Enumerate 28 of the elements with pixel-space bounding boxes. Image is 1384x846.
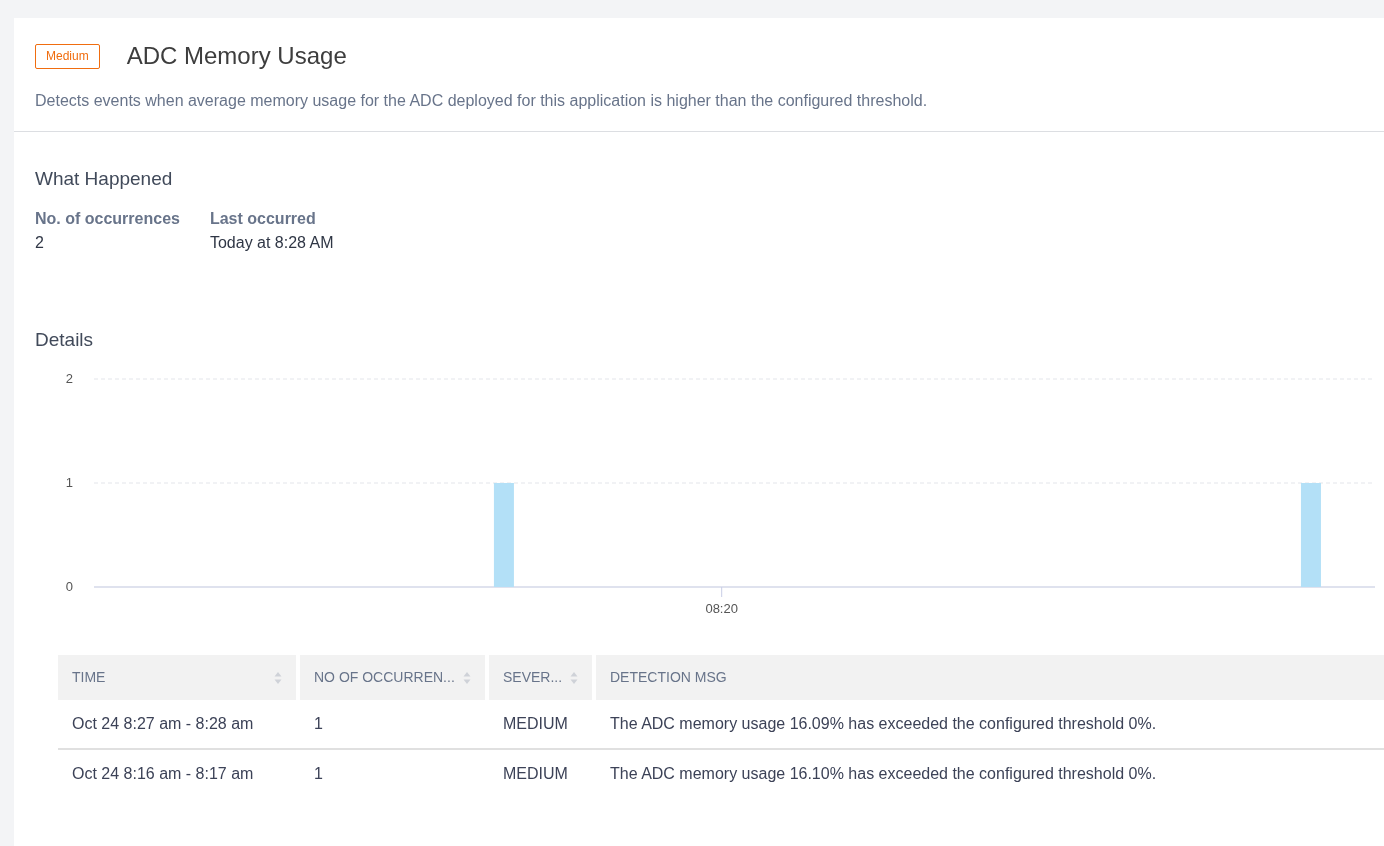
table-cell-text: MEDIUM xyxy=(502,714,569,735)
table-cell-text: 1 xyxy=(313,714,324,735)
column-header[interactable]: SEVER... xyxy=(489,655,592,701)
table-cell-text: 1 xyxy=(313,764,324,785)
stat-label: Last occurred xyxy=(209,208,317,229)
alert-title: ADC Memory Usage xyxy=(126,42,347,71)
axis-label: 0 xyxy=(65,579,73,595)
stat-value: 2 xyxy=(35,232,45,253)
table-cell-text: The ADC memory usage 16.10% has exceeded the configured threshold 0%. xyxy=(609,764,1158,785)
axis-label: 1 xyxy=(65,475,73,491)
axis-label: 08:20 xyxy=(705,601,738,617)
column-header[interactable]: NO OF OCCURREN... xyxy=(300,655,485,701)
table-cell-text: The ADC memory usage 16.09% has exceeded the configured threshold 0%. xyxy=(609,714,1158,735)
sort-icon[interactable] xyxy=(570,670,578,685)
section-heading: What Happened xyxy=(35,167,174,191)
table-cell-text: MEDIUM xyxy=(502,764,569,785)
stat-label: No. of occurrences xyxy=(35,208,180,229)
axis-label: 2 xyxy=(65,371,73,387)
stat-value: Today at 8:28 AM xyxy=(209,232,334,253)
sort-icon[interactable] xyxy=(463,670,471,685)
table-cell-text: Oct 24 8:16 am - 8:17 am xyxy=(71,764,255,785)
column-header[interactable]: TIME xyxy=(58,655,296,701)
table-cell-text: Oct 24 8:27 am - 8:28 am xyxy=(71,714,255,735)
section-heading: Details xyxy=(35,328,95,352)
sort-icon[interactable] xyxy=(274,670,282,685)
alert-description: Detects events when average memory usage for the ADC deployed for this application is higher than the configured threshold. xyxy=(35,90,929,111)
column-header: DETECTION MSG xyxy=(596,655,1384,701)
severity-tag: Medium xyxy=(35,44,100,69)
